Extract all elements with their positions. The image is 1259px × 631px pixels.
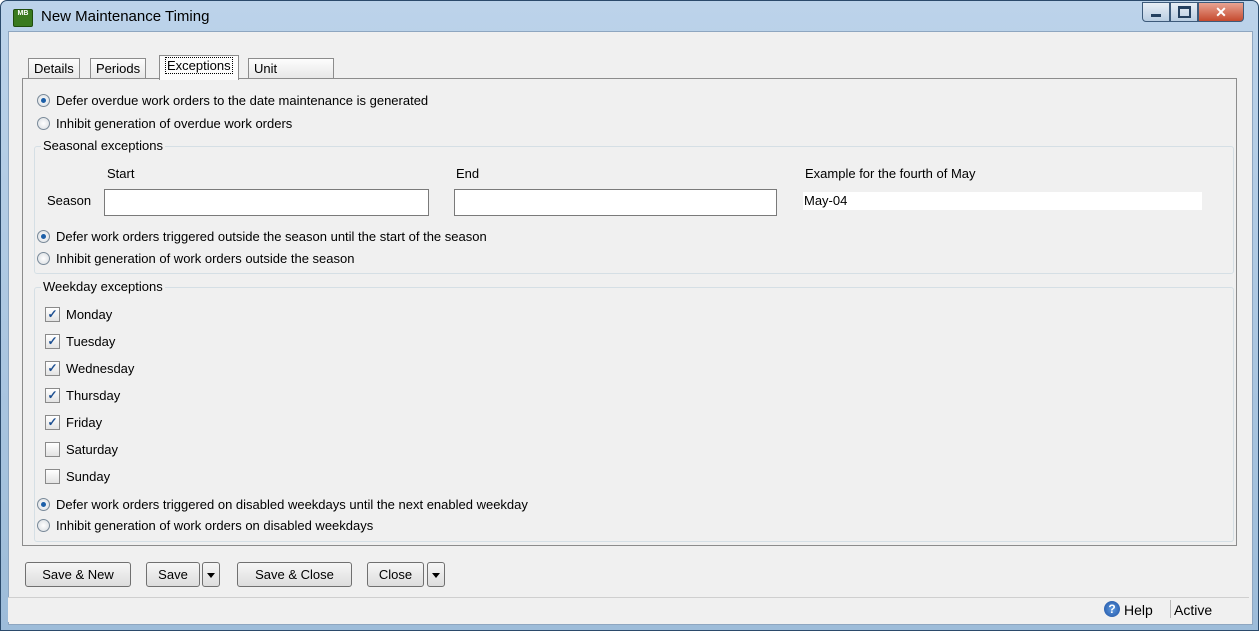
status-bar [8,597,1249,622]
save-dropdown-button[interactable] [202,562,220,587]
weekday-tuesday[interactable]: ✓ Tuesday [45,332,115,350]
overdue-defer-label: Defer overdue work orders to the date ma… [56,92,429,108]
saturday-label: Saturday [66,441,119,457]
season-inhibit-label: Inhibit generation of work orders outsid… [56,250,355,266]
tab-exceptions[interactable]: Exceptions [159,55,239,80]
weekday-sunday[interactable]: Sunday [45,467,110,485]
weekday-defer-radio[interactable] [37,497,50,511]
tuesday-checkbox[interactable]: ✓ [45,333,60,349]
weekday-defer-option[interactable]: Defer work orders triggered on disabled … [37,495,528,513]
season-end-label: End [456,166,480,181]
sunday-checkbox[interactable] [45,468,60,484]
sunday-label: Sunday [66,468,111,484]
app-icon[interactable]: MB [13,9,33,27]
wednesday-label: Wednesday [66,360,135,376]
tuesday-label: Tuesday [66,333,116,349]
save-button[interactable]: Save [146,562,200,587]
overdue-inhibit-radio[interactable] [37,116,50,130]
season-inhibit-option[interactable]: Inhibit generation of work orders outsid… [37,249,354,267]
tab-details[interactable]: Details [28,58,80,79]
weekday-inhibit-label: Inhibit generation of work orders on dis… [56,517,374,533]
overdue-inhibit-option[interactable]: Inhibit generation of overdue work order… [37,114,292,132]
season-start-input[interactable] [104,189,429,216]
maximize-button[interactable] [1170,2,1198,22]
status-separator [1170,600,1171,618]
weekday-friday[interactable]: ✓ Friday [45,413,102,431]
minimize-icon [1151,13,1161,17]
save-new-button[interactable]: Save & New [25,562,131,587]
close-window-button[interactable]: ✕ [1198,2,1244,22]
weekday-wednesday[interactable]: ✓ Wednesday [45,359,134,377]
caption-buttons: ✕ [1142,2,1244,22]
friday-label: Friday [66,414,103,430]
season-start-label: Start [107,166,135,181]
title-bar[interactable]: MB New Maintenance Timing ✕ [1,1,1258,31]
tab-exceptions-label: Exceptions [165,57,233,74]
status-help[interactable]: Help [1124,602,1153,618]
saturday-checkbox[interactable] [45,441,60,457]
weekday-saturday[interactable]: Saturday [45,440,118,458]
thursday-label: Thursday [66,387,121,403]
thursday-checkbox[interactable]: ✓ [45,387,60,403]
overdue-defer-option[interactable]: Defer overdue work orders to the date ma… [37,91,428,109]
weekday-inhibit-option[interactable]: Inhibit generation of work orders on dis… [37,516,373,534]
close-button[interactable]: Close [367,562,424,587]
window-title: New Maintenance Timing [41,8,210,25]
season-defer-radio[interactable] [37,229,50,243]
help-icon[interactable]: ? [1104,601,1120,617]
save-close-button[interactable]: Save & Close [237,562,352,587]
season-example-label: Example for the fourth of May [805,166,976,181]
season-label: Season [47,193,92,208]
overdue-inhibit-label: Inhibit generation of overdue work order… [56,115,293,131]
weekday-exceptions-legend: Weekday exceptions [41,279,165,294]
friday-checkbox[interactable]: ✓ [45,414,60,430]
maximize-icon [1177,6,1191,18]
close-dropdown-button[interactable] [427,562,445,587]
weekday-defer-label: Defer work orders triggered on disabled … [56,496,528,512]
monday-checkbox[interactable]: ✓ [45,306,60,322]
weekday-inhibit-radio[interactable] [37,518,50,532]
monday-label: Monday [66,306,113,322]
season-end-input[interactable] [454,189,777,216]
tab-periods[interactable]: Periods [90,58,147,79]
overdue-defer-radio[interactable] [37,93,50,107]
minimize-button[interactable] [1142,2,1170,22]
weekday-monday[interactable]: ✓ Monday [45,305,112,323]
season-inhibit-radio[interactable] [37,251,50,265]
weekday-thursday[interactable]: ✓ Thursday [45,386,120,404]
wednesday-checkbox[interactable]: ✓ [45,360,60,376]
season-defer-label: Defer work orders triggered outside the … [56,228,487,244]
tab-unit-maintenance-plans[interactable]: Unit Maintenance Plans [248,58,335,116]
seasonal-exceptions-legend: Seasonal exceptions [41,138,165,153]
status-active: Active [1174,602,1213,618]
season-example-value: May-04 [803,192,1202,210]
season-defer-option[interactable]: Defer work orders triggered outside the … [37,227,487,245]
close-icon: ✕ [1215,3,1227,20]
